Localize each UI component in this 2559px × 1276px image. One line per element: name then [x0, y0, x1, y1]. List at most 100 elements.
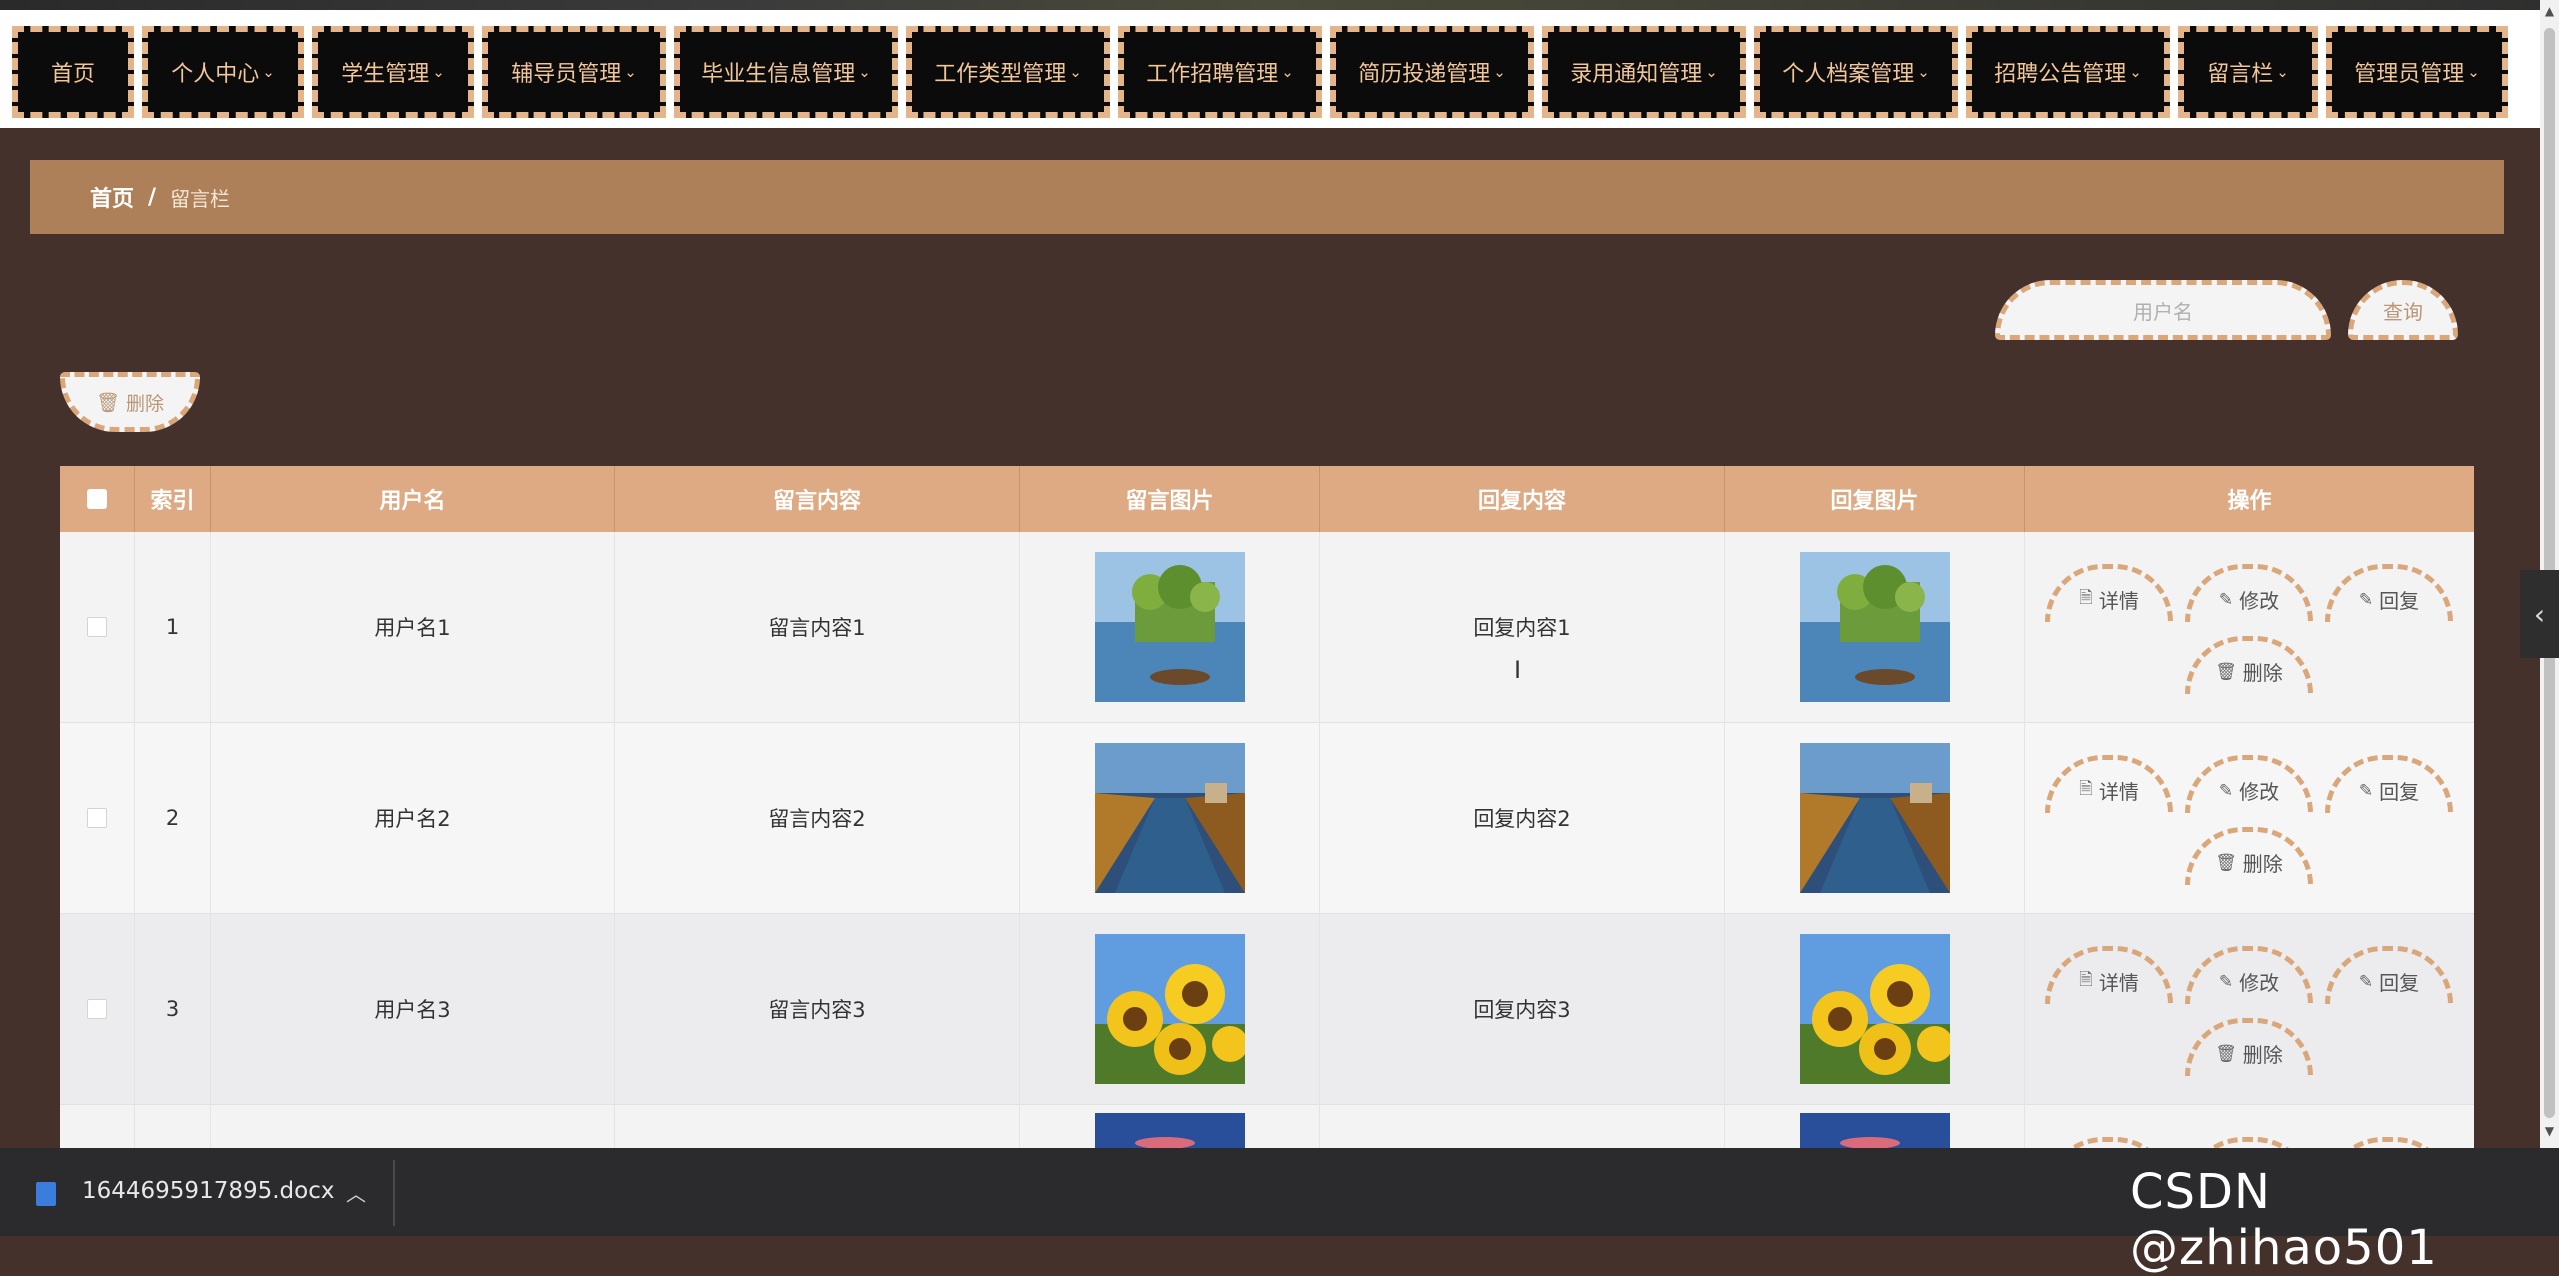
- chevron-down-icon: ⌄: [1069, 63, 1082, 81]
- sunflowers-image[interactable]: [1094, 934, 1245, 1084]
- pencil-icon: ✎: [2218, 589, 2234, 610]
- detail-button[interactable]: 🗎 详情: [2045, 755, 2173, 813]
- detail-button[interactable]: 🗎 详情: [2045, 564, 2173, 622]
- delete-button[interactable]: 🗑 删除: [2185, 1018, 2313, 1076]
- nav-item-recruitment-announcements[interactable]: 招聘公告管理 ⌄: [1966, 26, 2170, 118]
- download-divider: [393, 1160, 395, 1226]
- cell-reply: 回复内容1: [1320, 532, 1725, 722]
- header-actions: 操作: [2227, 489, 2272, 514]
- autumn-road-image[interactable]: [1094, 743, 1245, 893]
- header-message-image: 留言图片: [1020, 466, 1320, 532]
- edit-button[interactable]: ✎ 修改: [2185, 564, 2313, 622]
- pencil-icon: ✎: [2358, 971, 2374, 992]
- nav-item-graduates[interactable]: 毕业生信息管理 ⌄: [674, 26, 898, 118]
- chevron-down-icon: ⌄: [858, 63, 871, 81]
- row-checkbox[interactable]: [87, 999, 107, 1019]
- chevron-down-icon: ⌄: [1493, 63, 1506, 81]
- cell-message: 留言内容3: [615, 914, 1020, 1104]
- row-checkbox[interactable]: [87, 617, 107, 637]
- row-checkbox-cell: [60, 723, 135, 913]
- table-row: 2 用户名2 留言内容2 回复内容2 🗎 详情 ✎ 修改 ✎ 回复 🗑 删除: [60, 723, 2474, 914]
- select-all-checkbox[interactable]: [87, 489, 107, 509]
- document-icon: 🗎: [2079, 970, 2093, 990]
- header-username: 用户名: [211, 466, 615, 532]
- word-document-icon: [36, 1182, 56, 1206]
- nav-item-counselors[interactable]: 辅导员管理 ⌄: [482, 26, 666, 118]
- cell-index: 2: [135, 723, 211, 913]
- cell-username: 用户名2: [211, 723, 615, 913]
- lake-landscape-image[interactable]: [1799, 552, 1950, 702]
- document-icon: 🗎: [2079, 588, 2093, 608]
- nav-item-job-recruitment[interactable]: 工作招聘管理 ⌄: [1118, 26, 1322, 118]
- breadcrumb-home[interactable]: 首页: [90, 181, 134, 213]
- header-reply: 回复内容: [1320, 466, 1725, 532]
- pencil-icon: ✎: [2358, 780, 2374, 801]
- scroll-up-arrow-icon[interactable]: ▲: [2541, 4, 2558, 22]
- pencil-icon: ✎: [2358, 589, 2374, 610]
- cell-reply-image: [1725, 532, 2025, 722]
- night-sky-image[interactable]: [1799, 1113, 1950, 1150]
- cell-reply: 回复内容2: [1320, 723, 1725, 913]
- cell-message-image: [1020, 914, 1320, 1104]
- edit-button[interactable]: ✎ 修改: [2185, 755, 2313, 813]
- chevron-down-icon: ⌄: [1705, 63, 1718, 81]
- cell-message: 留言内容1: [615, 532, 1020, 722]
- nav-item-personal-center[interactable]: 个人中心 ⌄: [142, 26, 304, 118]
- row-checkbox-cell: [60, 532, 135, 722]
- night-sky-image[interactable]: [1094, 1113, 1245, 1150]
- chevron-up-icon[interactable]: ︿: [346, 1178, 366, 1207]
- chevron-down-icon: ⌄: [432, 63, 445, 81]
- nav-item-job-types[interactable]: 工作类型管理 ⌄: [906, 26, 1110, 118]
- header-index: 索引: [135, 466, 211, 532]
- lake-landscape-image[interactable]: [1094, 552, 1245, 702]
- side-panel-toggle[interactable]: ‹: [2520, 570, 2559, 658]
- nav-item-personal-files[interactable]: 个人档案管理 ⌄: [1754, 26, 1958, 118]
- delete-button[interactable]: 🗑 删除: [2185, 827, 2313, 885]
- cell-actions: 🗎 详情 ✎ 修改 ✎ 回复 🗑 删除: [2025, 532, 2474, 722]
- nav-item-home[interactable]: 首页: [12, 26, 134, 118]
- cell-reply-image: [1725, 723, 2025, 913]
- cell-index: 1: [135, 532, 211, 722]
- cell-reply: 回复内容3: [1320, 914, 1725, 1104]
- chevron-down-icon: ⌄: [624, 63, 637, 81]
- delete-button[interactable]: 🗑 删除: [2185, 636, 2313, 694]
- edit-button[interactable]: ✎ 修改: [2185, 946, 2313, 1004]
- row-checkbox[interactable]: [87, 808, 107, 828]
- nav-item-admin[interactable]: 管理员管理 ⌄: [2326, 26, 2508, 118]
- table-header: 索引 用户名 留言内容 留言图片 回复内容 回复图片 操作: [60, 466, 2474, 532]
- nav-item-resume-delivery[interactable]: 简历投递管理 ⌄: [1330, 26, 1534, 118]
- cell-actions: 🗎 详情 ✎ 修改 ✎ 回复 🗑 删除: [2025, 723, 2474, 913]
- username-search-input[interactable]: 用户名: [1995, 280, 2331, 340]
- nav-item-students[interactable]: 学生管理 ⌄: [312, 26, 474, 118]
- pencil-icon: ✎: [2218, 780, 2234, 801]
- cell-reply: [1320, 1105, 1725, 1150]
- cell-username: [211, 1105, 615, 1150]
- download-filename[interactable]: 1644695917895.docx: [82, 1178, 334, 1204]
- reply-button[interactable]: ✎ 回复: [2325, 755, 2453, 813]
- reply-button[interactable]: ✎ 回复: [2325, 946, 2453, 1004]
- select-all-checkbox-cell: [60, 466, 135, 532]
- table-row: 3 用户名3 留言内容3 回复内容3 🗎 详情 ✎ 修改 ✎ 回复 🗑 删除: [60, 914, 2474, 1105]
- autumn-road-image[interactable]: [1799, 743, 1950, 893]
- sunflowers-image[interactable]: [1799, 934, 1950, 1084]
- cell-actions: [2025, 1105, 2474, 1150]
- nav-item-message-board[interactable]: 留言栏 ⌄: [2178, 26, 2318, 118]
- breadcrumb-current: 留言栏: [170, 186, 231, 211]
- text-cursor-icon: I: [1514, 656, 1522, 684]
- cell-reply-image: [1725, 914, 2025, 1104]
- cell-username: 用户名3: [211, 914, 615, 1104]
- table-row: 1 用户名1 留言内容1 回复内容1 🗎 详情 ✎ 修改 ✎ 回复 🗑 删除: [60, 532, 2474, 723]
- cell-index: [135, 1105, 211, 1150]
- table-row: [60, 1105, 2474, 1150]
- scroll-down-arrow-icon[interactable]: ▼: [2541, 1124, 2558, 1142]
- bulk-delete-button[interactable]: 🗑 删除: [60, 372, 200, 432]
- header-message: 留言内容: [615, 466, 1020, 532]
- chevron-down-icon: ⌄: [262, 63, 275, 81]
- cell-username: 用户名1: [211, 532, 615, 722]
- nav-item-offer-notices[interactable]: 录用通知管理 ⌄: [1542, 26, 1746, 118]
- query-button[interactable]: 查询: [2348, 280, 2458, 340]
- reply-button[interactable]: ✎ 回复: [2325, 564, 2453, 622]
- chevron-down-icon: ⌄: [1281, 63, 1294, 81]
- detail-button[interactable]: 🗎 详情: [2045, 946, 2173, 1004]
- row-checkbox-cell: [60, 1105, 135, 1150]
